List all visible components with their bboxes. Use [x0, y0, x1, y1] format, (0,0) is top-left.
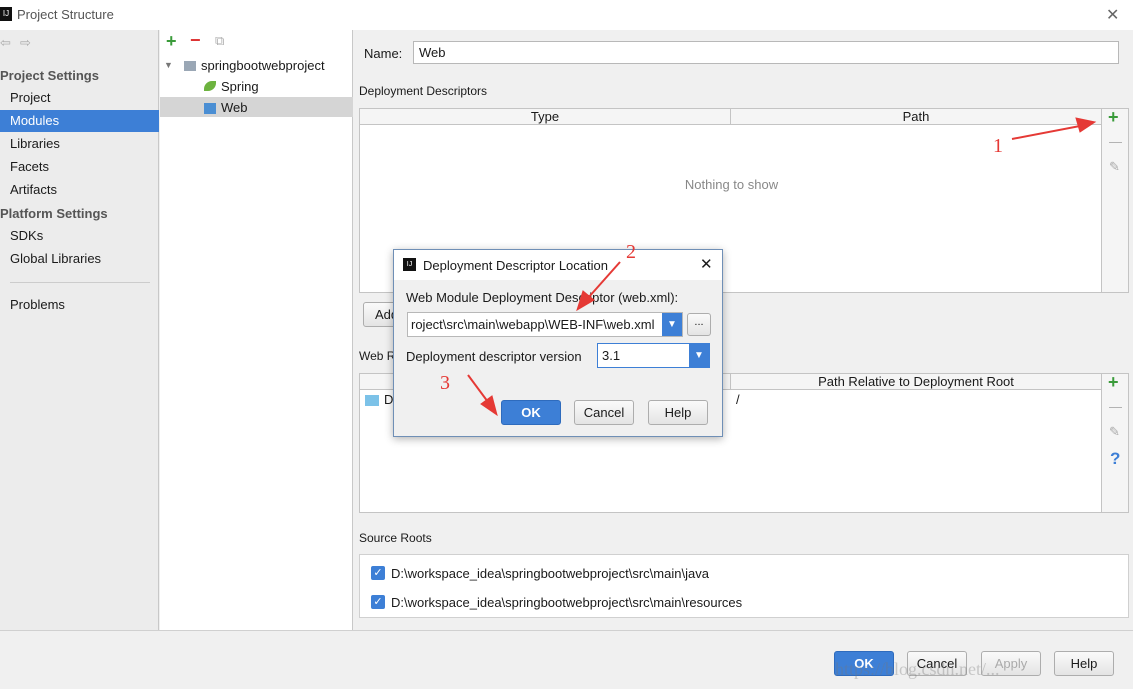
arrow-3: [467, 374, 489, 403]
arrow-2: [587, 261, 621, 299]
arrow-1-head: [1075, 117, 1097, 133]
annotation-arrows: 1 2 3: [440, 117, 1097, 417]
annotation-3: 3: [440, 372, 450, 394]
arrow-1: [1011, 125, 1081, 140]
arrow-3-head: [480, 395, 498, 417]
annotation-1: 1: [993, 135, 1003, 157]
annotation-2: 2: [626, 241, 636, 263]
